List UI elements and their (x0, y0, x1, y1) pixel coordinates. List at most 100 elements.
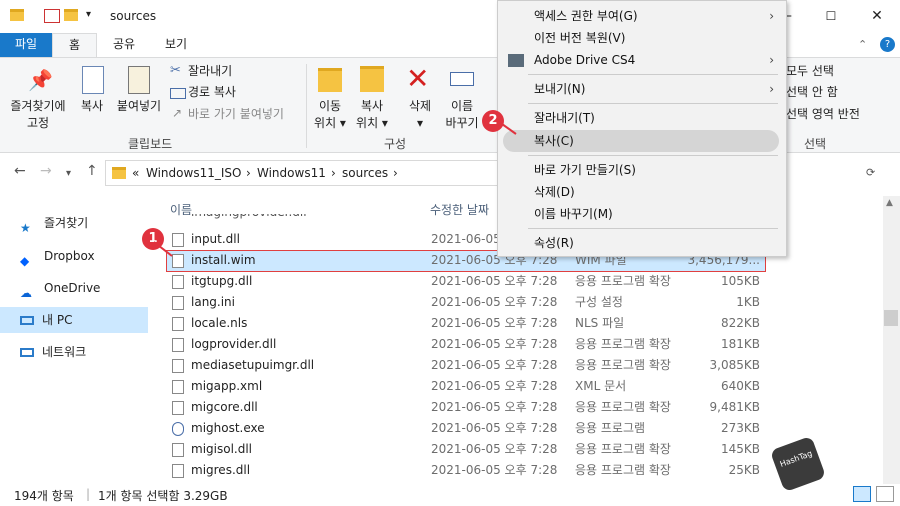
details-view-icon[interactable] (853, 486, 871, 502)
breadcrumb-windows11-iso[interactable]: Windows11_ISO (146, 166, 241, 180)
pin-to-quick-access-button[interactable]: 즐겨찾기에 고정 (4, 98, 72, 132)
tab-file[interactable]: 파일 (0, 33, 52, 57)
file-date: 2021-06-05 오후 7:28 (431, 442, 558, 456)
file-date: 2021-06-05 (431, 232, 501, 246)
menu-item-adobe-drive[interactable]: Adobe Drive CS4 (534, 49, 635, 71)
properties-icon[interactable] (44, 9, 60, 23)
cut-button[interactable]: 잘라내기 (188, 63, 232, 80)
file-type: 응용 프로그램 확장 (575, 442, 671, 456)
nav-network[interactable]: 네트워크 (20, 341, 86, 363)
collapse-ribbon-icon[interactable]: ⌃ (858, 38, 867, 51)
scrollbar-thumb[interactable] (884, 310, 898, 326)
copy-path-button[interactable]: 경로 복사 (188, 84, 236, 101)
breadcrumb-windows11[interactable]: Windows11 (257, 166, 326, 180)
breadcrumb-separator: › (246, 166, 251, 180)
file-date: 2021-06-05 오후 7:28 (431, 421, 558, 435)
file-date: 2021-06-05 오후 7:28 (431, 463, 558, 477)
clipboard-group-label: 클립보드 (128, 137, 173, 151)
table-row[interactable]: itgtupg.dll 2021-06-05 오후 7:28 응용 프로그램 확장 1… (166, 271, 766, 292)
menu-item-copy[interactable]: 복사(C) (534, 130, 574, 152)
back-button[interactable]: ← (14, 163, 26, 179)
file-date: 2021-06-05 오후 7:28 (431, 274, 558, 288)
delete-button[interactable]: 삭제 ▾ (400, 98, 440, 132)
paste-shortcut-button[interactable]: 바로 가기 붙여넣기 (188, 106, 284, 123)
file-size: 640KB (720, 379, 760, 393)
copy-to-icon (360, 66, 384, 92)
tab-share[interactable]: 공유 (104, 33, 144, 57)
copy-to-button[interactable]: 복사 위치 ▾ (350, 98, 394, 132)
select-all-button[interactable]: 모두 선택 (786, 63, 834, 80)
close-button[interactable]: ✕ (854, 0, 900, 33)
file-size: 822KB (720, 316, 760, 330)
file-name: migapp.xml (191, 379, 263, 393)
nav-dropbox[interactable]: ◆ Dropbox (20, 245, 95, 268)
file-size: 105KB (720, 274, 760, 288)
menu-item-properties[interactable]: 속성(R) (534, 232, 574, 254)
menu-item-restore-previous[interactable]: 이전 버전 복원(V) (534, 27, 625, 49)
rename-button[interactable]: 이름 바꾸기 (440, 98, 484, 132)
menu-item-give-access[interactable]: 액세스 권한 부여(G) (534, 5, 638, 27)
tab-view[interactable]: 보기 (156, 33, 196, 57)
file-date: 2021-06-05 오후 7:28 (431, 316, 558, 330)
nav-this-pc[interactable]: 내 PC (20, 309, 72, 331)
dll-file-icon (172, 275, 184, 289)
menu-item-create-shortcut[interactable]: 바로 가기 만들기(S) (534, 159, 636, 181)
file-name: locale.nls (191, 316, 248, 330)
file-date: 2021-06-05 오후 7:28 (431, 337, 558, 351)
table-row[interactable]: mighost.exe 2021-06-05 오후 7:28 응용 프로그램 273K… (166, 418, 766, 439)
breadcrumb-separator: › (393, 166, 398, 180)
invert-selection-button[interactable]: 선택 영역 반전 (786, 106, 860, 123)
file-name: lang.ini (191, 295, 235, 309)
scroll-up-icon[interactable]: ▲ (886, 198, 893, 208)
adobe-drive-icon (508, 54, 524, 67)
menu-item-cut[interactable]: 잘라내기(T) (534, 107, 595, 129)
table-row[interactable]: logprovider.dll 2021-06-05 오후 7:28 응용 프로그램… (166, 334, 766, 355)
table-row[interactable]: lang.ini 2021-06-05 오후 7:28 구성 설정 1KB (166, 292, 766, 313)
breadcrumb-separator: › (331, 166, 336, 180)
table-row[interactable]: migisol.dll 2021-06-05 오후 7:28 응용 프로그램 확장 1… (166, 439, 766, 460)
file-size: 145KB (720, 442, 760, 456)
context-menu: 액세스 권한 부여(G) › 이전 버전 복원(V) Adobe Drive C… (497, 0, 787, 257)
nav-onedrive[interactable]: ☁ OneDrive (20, 277, 101, 300)
vertical-scrollbar[interactable] (883, 196, 900, 484)
table-row[interactable]: migres.dll 2021-06-05 오후 7:28 응용 프로그램 확장 25… (166, 460, 766, 481)
recent-locations-icon[interactable]: ▾ (66, 168, 71, 179)
file-size: 9,481KB (709, 400, 760, 414)
breadcrumb-sources[interactable]: sources (342, 166, 388, 180)
nav-label: OneDrive (44, 281, 101, 295)
new-folder-icon[interactable] (64, 9, 78, 21)
menu-item-delete[interactable]: 삭제(D) (534, 181, 575, 203)
help-icon[interactable]: ? (880, 37, 895, 52)
paste-button[interactable]: 붙여넣기 (112, 98, 166, 115)
up-button[interactable]: ↑ (86, 163, 98, 179)
file-type: 응용 프로그램 확장 (575, 400, 671, 414)
maximize-button[interactable]: ☐ (808, 0, 854, 33)
exe-file-icon (172, 422, 184, 436)
table-row[interactable]: migcore.dll 2021-06-05 오후 7:28 응용 프로그램 확장 9… (166, 397, 766, 418)
refresh-icon[interactable]: ⟳ (866, 166, 875, 179)
menu-separator (528, 74, 778, 75)
select-group-label: 선택 (804, 137, 827, 151)
table-row[interactable]: mediasetupuimgr.dll 2021-06-05 오후 7:28 응용 … (166, 355, 766, 376)
move-to-button[interactable]: 이동 위치 ▾ (308, 98, 352, 132)
copy-button[interactable]: 복사 (76, 98, 108, 115)
copy-path-icon (170, 88, 186, 99)
select-none-button[interactable]: 선택 안 함 (786, 84, 838, 101)
menu-separator (528, 228, 778, 229)
tab-home[interactable]: 홈 (52, 33, 97, 57)
forward-button[interactable]: → (40, 163, 52, 179)
address-bar[interactable]: « Windows11_ISO › Windows11 › sources › (105, 160, 500, 186)
delete-icon: ✕ (406, 62, 430, 95)
file-name: itgtupg.dll (191, 274, 253, 288)
table-row[interactable]: migapp.xml 2021-06-05 오후 7:28 XML 문서 640KB (166, 376, 766, 397)
chevron-right-icon: › (769, 9, 774, 23)
nav-quick-access[interactable]: ★ 즐겨찾기 (20, 212, 88, 235)
table-row[interactable]: locale.nls 2021-06-05 오후 7:28 NLS 파일 822KB (166, 313, 766, 334)
menu-item-rename[interactable]: 이름 바꾸기(M) (534, 203, 613, 225)
quick-access-dropdown-icon[interactable]: ▾ (86, 9, 91, 20)
menu-item-send-to[interactable]: 보내기(N) (534, 78, 585, 100)
address-overflow[interactable]: « (132, 166, 139, 180)
file-name: migisol.dll (191, 442, 253, 456)
file-type: 응용 프로그램 (575, 421, 646, 435)
large-icons-view-icon[interactable] (876, 486, 894, 502)
